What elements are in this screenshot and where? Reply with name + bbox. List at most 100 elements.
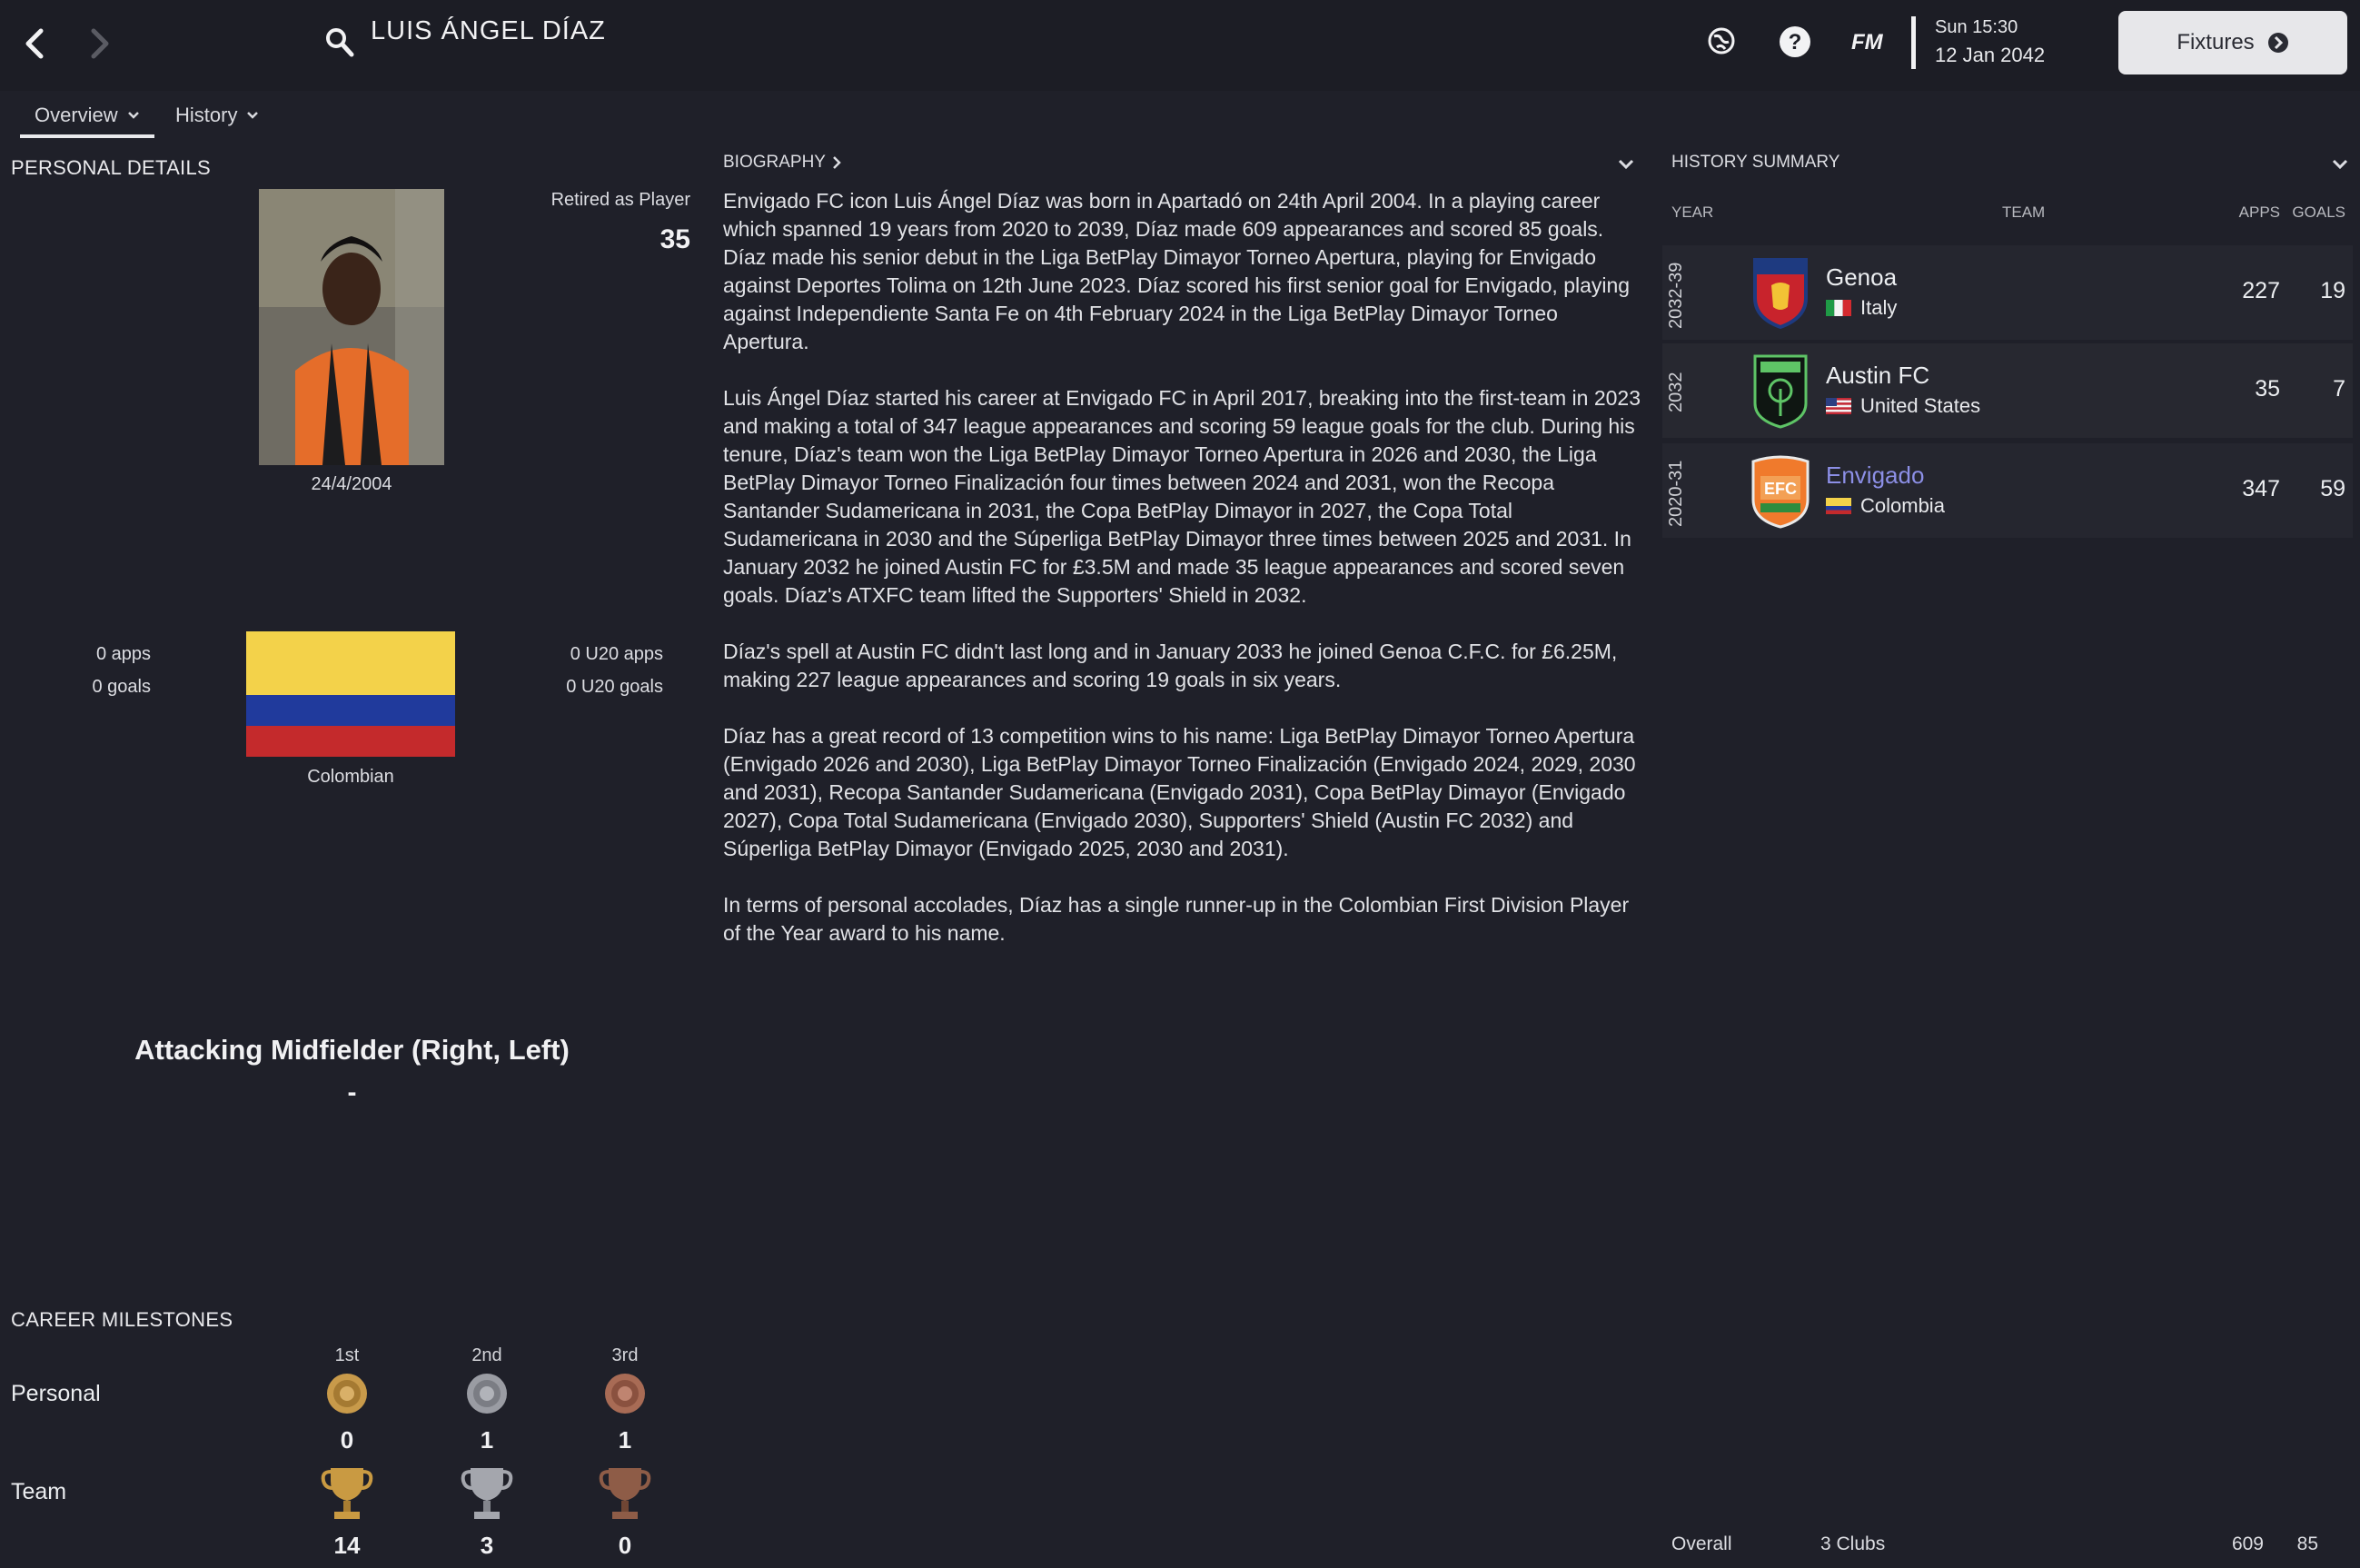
svg-text:?: ? — [1789, 30, 1802, 55]
player-photo — [259, 189, 444, 465]
overall-goals: 85 — [2296, 1533, 2318, 1554]
usa-flag-icon — [1826, 398, 1851, 414]
intl-goals: 0 goals — [92, 677, 152, 697]
fm-logo[interactable]: FM — [1851, 30, 1883, 55]
personal-details-title: PERSONAL DETAILS — [11, 156, 211, 179]
chevron-left-icon — [25, 28, 44, 59]
svg-text:EFC: EFC — [1764, 480, 1797, 498]
overall-clubs: 3 Clubs — [1820, 1533, 1886, 1554]
biography-text: Envigado FC icon Luis Ángel Díaz was bor… — [723, 187, 1642, 976]
team-country: United States — [1826, 394, 1980, 418]
bio-paragraph: Envigado FC icon Luis Ángel Díaz was bor… — [723, 189, 1631, 353]
row-apps: 347 — [2242, 476, 2280, 501]
date-of-birth: 24/4/2004 — [311, 474, 392, 494]
row-apps: 35 — [2255, 376, 2280, 402]
fixtures-label: Fixtures — [2177, 30, 2255, 55]
team-name[interactable]: Austin FC — [1826, 362, 1929, 390]
gold-medal-icon[interactable] — [325, 1372, 369, 1420]
chevron-down-icon — [247, 112, 259, 119]
search-icon[interactable] — [323, 25, 354, 63]
chevron-right-icon — [833, 156, 841, 169]
history-summary-title: HISTORY SUMMARY — [1671, 153, 1840, 172]
tab-history[interactable]: History — [175, 104, 259, 127]
personal-first-count: 0 — [340, 1426, 354, 1454]
chevron-right-icon — [91, 28, 109, 59]
status-label: Retired as Player — [550, 190, 690, 210]
row-goals: 7 — [2333, 376, 2345, 402]
team-third-count: 0 — [618, 1532, 632, 1559]
overall-apps: 609 — [2231, 1533, 2264, 1554]
forward-button[interactable] — [73, 16, 127, 71]
position-secondary: - — [347, 1077, 357, 1107]
team-country: Colombia — [1826, 494, 1945, 518]
tab-overview[interactable]: Overview — [35, 104, 140, 127]
arrow-right-icon — [2267, 33, 2288, 53]
genoa-crest-icon — [1751, 256, 1810, 333]
bio-paragraph: Díaz has a great record of 13 competitio… — [723, 724, 1636, 860]
envigado-crest-icon: EFC — [1750, 452, 1811, 533]
intl-apps: 0 apps — [95, 644, 151, 664]
date-time: Sun 15:30 — [1935, 17, 2018, 37]
bio-paragraph: Díaz's spell at Austin FC didn't last lo… — [723, 640, 1618, 691]
biography-title: BIOGRAPHY — [723, 153, 826, 172]
col-apps[interactable]: APPS — [2216, 203, 2280, 222]
tab-active-indicator — [20, 134, 154, 138]
u20-goals: 0 U20 goals — [566, 677, 663, 697]
row-goals: 19 — [2320, 278, 2345, 303]
bronze-medal-icon[interactable] — [603, 1372, 647, 1420]
age-value: 35 — [659, 224, 690, 254]
row-goals: 59 — [2320, 476, 2345, 501]
gold-trophy-icon[interactable] — [320, 1464, 374, 1527]
nationality-label: Colombian — [307, 767, 394, 787]
back-button[interactable] — [7, 16, 62, 71]
u20-apps: 0 U20 apps — [570, 644, 663, 664]
team-name[interactable]: Genoa — [1826, 263, 1897, 292]
row-year: 2032-39 — [1666, 262, 1686, 329]
team-country: Italy — [1826, 296, 1897, 320]
country-name: United States — [1860, 394, 1981, 417]
nation-flag[interactable] — [246, 631, 455, 757]
row-year: 2032 — [1666, 372, 1686, 413]
date-divider — [1911, 16, 1916, 69]
biography-collapse[interactable] — [1617, 158, 1635, 175]
silver-medal-icon[interactable] — [465, 1372, 509, 1420]
history-row[interactable]: 2032 Austin FC United States 35 7 — [1662, 343, 2353, 438]
col-goals[interactable]: GOALS — [2287, 203, 2345, 222]
history-row[interactable]: 2032-39 Genoa Italy 227 19 — [1662, 245, 2353, 340]
personal-second-count: 1 — [480, 1426, 494, 1454]
history-row[interactable]: 2020-31 EFC Envigado Colombia 347 59 — [1662, 443, 2353, 538]
row-apps: 227 — [2242, 278, 2280, 303]
tab-history-label: History — [175, 104, 238, 126]
country-name: Colombia — [1860, 494, 1945, 517]
personal-third-count: 1 — [618, 1426, 632, 1454]
col-team[interactable]: TEAM — [2002, 203, 2045, 222]
place-second-label: 2nd — [471, 1345, 502, 1365]
italy-flag-icon — [1826, 300, 1851, 316]
player-name[interactable]: LUIS ÁNGEL DÍAZ — [371, 16, 606, 46]
team-name[interactable]: Envigado — [1826, 461, 1924, 490]
chevron-down-icon — [127, 112, 139, 119]
globe-icon[interactable] — [1706, 25, 1737, 61]
row-year: 2020-31 — [1666, 460, 1686, 527]
austin-crest-icon — [1751, 352, 1810, 433]
col-year[interactable]: YEAR — [1671, 203, 1713, 222]
bronze-trophy-icon[interactable] — [598, 1464, 652, 1527]
date-day: 12 Jan 2042 — [1935, 44, 2046, 66]
country-name: Italy — [1860, 296, 1898, 319]
team-row-label: Team — [11, 1479, 67, 1504]
team-second-count: 3 — [480, 1532, 494, 1559]
fixtures-button[interactable]: Fixtures — [2118, 11, 2347, 74]
position-label: Attacking Midfielder (Right, Left) — [134, 1034, 570, 1066]
bio-paragraph: In terms of personal accolades, Díaz has… — [723, 893, 1630, 945]
tab-overview-label: Overview — [35, 104, 118, 126]
colombia-flag-icon — [1826, 498, 1851, 514]
biography-link[interactable]: BIOGRAPHY — [723, 153, 842, 173]
chevron-down-icon — [1618, 159, 1634, 170]
overall-label: Overall — [1671, 1533, 1732, 1554]
chevron-down-icon — [2332, 159, 2348, 170]
history-collapse[interactable] — [2331, 158, 2349, 175]
silver-trophy-icon[interactable] — [460, 1464, 514, 1527]
career-milestones-title: CAREER MILESTONES — [11, 1308, 233, 1331]
help-icon[interactable]: ? — [1779, 25, 1811, 63]
place-third-label: 3rd — [611, 1345, 639, 1365]
